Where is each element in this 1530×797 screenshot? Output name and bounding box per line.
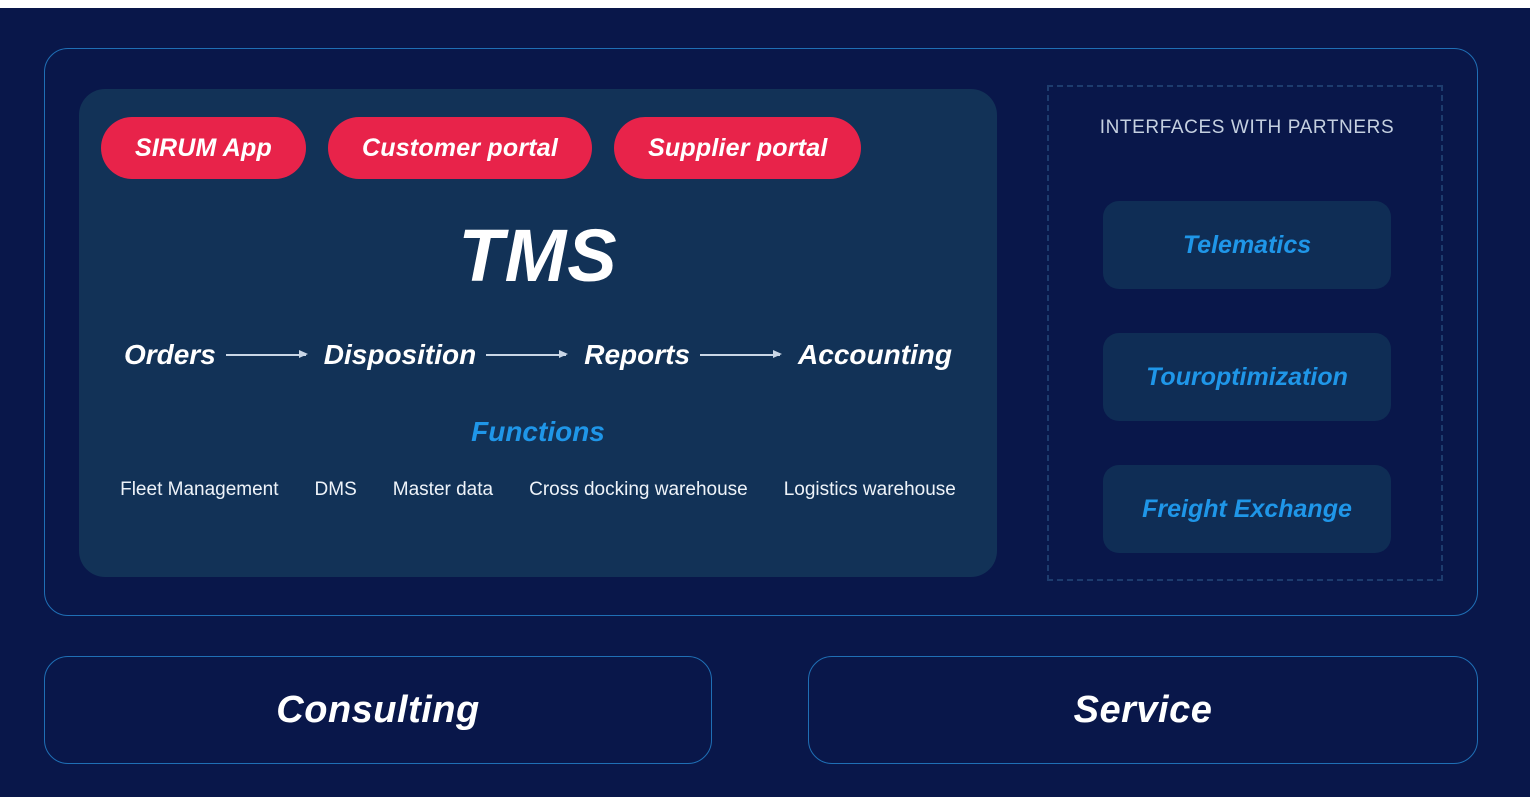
bottom-bar-label: Consulting	[276, 688, 480, 731]
portal-pill-row: SIRUM App Customer portal Supplier porta…	[101, 117, 981, 179]
partner-card-label: Freight Exchange	[1142, 494, 1352, 523]
tms-container: SIRUM App Customer portal Supplier porta…	[44, 48, 1478, 616]
functions-list: Fleet Management DMS Master data Cross d…	[79, 479, 997, 501]
flow-step-disposition: Disposition	[323, 339, 477, 370]
function-item-logistics-warehouse: Logistics warehouse	[783, 479, 956, 500]
bottom-bar-service[interactable]: Service	[808, 656, 1478, 764]
flow-step-orders: Orders	[123, 339, 216, 370]
function-item-cross-docking-warehouse: Cross docking warehouse	[529, 479, 748, 500]
function-item-dms: DMS	[314, 479, 357, 500]
partner-interfaces-title: INTERFACES WITH PARTNERS	[1099, 117, 1395, 138]
partner-card-touroptimization[interactable]: Touroptimization	[1103, 333, 1391, 421]
portal-pill-supplier-portal[interactable]: Supplier portal	[614, 117, 862, 179]
bottom-bar-label: Service	[1073, 688, 1213, 731]
portal-pill-label: SIRUM App	[135, 133, 272, 162]
flow-arrow-icon	[700, 348, 788, 362]
process-flow: Orders Disposition Reports Accounting	[79, 339, 997, 371]
diagram-canvas: SIRUM App Customer portal Supplier porta…	[0, 8, 1530, 797]
partner-interfaces-list: Telematics Touroptimization Freight Exch…	[1103, 201, 1391, 553]
partner-card-freight-exchange[interactable]: Freight Exchange	[1103, 465, 1391, 553]
partner-card-telematics[interactable]: Telematics	[1103, 201, 1391, 289]
function-item-fleet-management: Fleet Management	[120, 479, 279, 500]
partner-card-label: Telematics	[1182, 230, 1312, 259]
flow-arrow-icon	[225, 348, 314, 362]
partner-card-label: Touroptimization	[1146, 362, 1348, 391]
portal-pill-customer-portal[interactable]: Customer portal	[327, 117, 593, 179]
tms-title: TMS	[458, 214, 618, 297]
bottom-bar-consulting[interactable]: Consulting	[44, 656, 712, 764]
functions-heading: Functions	[471, 416, 605, 447]
portal-pill-label: Supplier portal	[648, 133, 828, 162]
tms-core-panel: SIRUM App Customer portal Supplier porta…	[79, 89, 997, 577]
flow-step-reports: Reports	[584, 339, 691, 370]
portal-pill-label: Customer portal	[361, 133, 559, 162]
flow-step-accounting: Accounting	[798, 339, 953, 370]
flow-arrow-icon	[486, 348, 574, 362]
partner-interfaces-box: INTERFACES WITH PARTNERS Telematics Tour…	[1047, 85, 1443, 581]
function-item-master-data: Master data	[392, 479, 494, 500]
portal-pill-sirum-app[interactable]: SIRUM App	[101, 117, 306, 179]
